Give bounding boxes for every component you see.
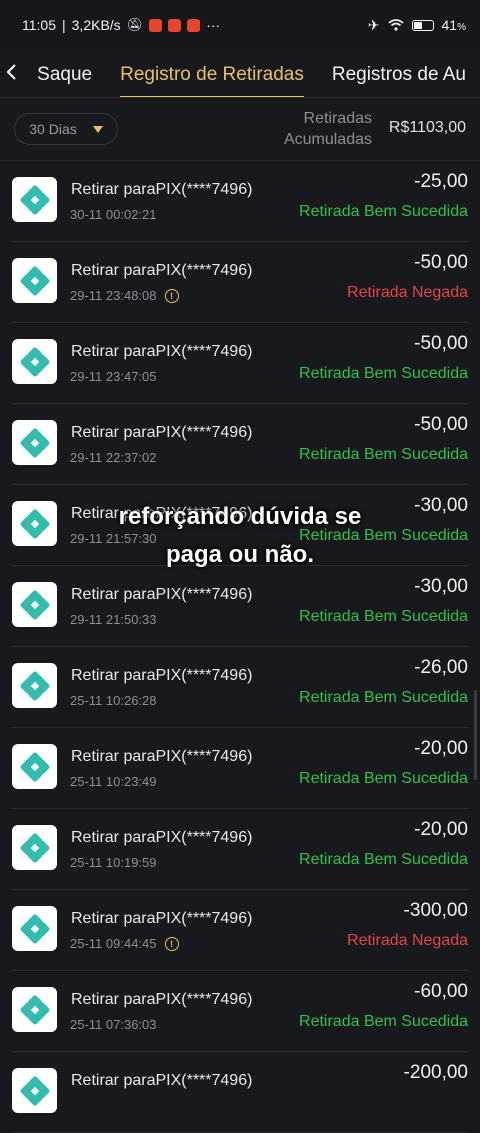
pix-logo-icon xyxy=(12,987,57,1032)
withdrawal-amount: -60,00 xyxy=(414,981,468,1002)
withdrawal-amount: -26,00 xyxy=(414,657,468,678)
list-item[interactable]: Retirar paraPIX(****7496) 30-11 00:02:21 -… xyxy=(12,161,468,242)
bell-off-icon: 🔕︎ xyxy=(126,17,144,32)
withdrawal-title: Retirar paraPIX(****7496) xyxy=(71,667,253,684)
battery-percent: 41% xyxy=(441,17,466,33)
withdrawal-amount: -200,00 xyxy=(403,1062,468,1083)
withdrawal-amount: -30,00 xyxy=(414,576,468,597)
withdrawal-status: Retirada Bem Sucedida xyxy=(299,1013,468,1030)
period-dropdown[interactable]: 30 Dias xyxy=(14,113,118,145)
withdrawal-status: Retirada Negada xyxy=(347,284,468,301)
pix-logo-icon xyxy=(12,1068,57,1113)
airplane-icon: ✈︎ xyxy=(367,16,380,33)
top-navigation: Saque Registro de Retiradas Registros de… xyxy=(0,50,480,98)
pix-logo-icon xyxy=(12,663,57,708)
withdrawal-timestamp: 29-11 22:37:02 xyxy=(70,450,157,465)
withdrawal-amount: -50,00 xyxy=(414,252,468,273)
withdrawal-amount: -50,00 xyxy=(414,414,468,435)
list-item[interactable]: Retirar paraPIX(****7496) 29-11 22:37:02 -… xyxy=(12,404,468,485)
withdrawal-status: Retirada Bem Sucedida xyxy=(299,608,468,625)
withdrawal-timestamp: 29-11 21:50:33 xyxy=(70,612,157,627)
pix-logo-icon xyxy=(12,906,57,951)
period-label: 30 Dias xyxy=(29,121,77,137)
withdrawal-amount: -20,00 xyxy=(414,819,468,840)
withdrawal-status: Retirada Negada xyxy=(347,932,468,949)
withdrawal-timestamp: 25-11 10:26:28 xyxy=(70,693,157,708)
withdrawal-title: Retirar paraPIX(****7496) xyxy=(71,829,253,846)
network-speed: 3,2KB/s xyxy=(71,17,121,33)
withdrawal-status: Retirada Bem Sucedida xyxy=(299,689,468,706)
caret-down-icon xyxy=(92,125,103,133)
withdrawal-amount: -300,00 xyxy=(403,900,468,921)
withdrawal-title: Retirar paraPIX(****7496) xyxy=(71,748,253,765)
status-bar: 11:05 | 3,2KB/s 🔕︎ ··· ✈︎ 41% xyxy=(0,0,480,50)
withdrawal-timestamp: 30-11 00:02:21 xyxy=(70,207,157,222)
withdrawal-status: Retirada Bem Sucedida xyxy=(299,446,468,463)
pix-logo-icon xyxy=(12,339,57,384)
list-item[interactable]: Retirar paraPIX(****7496) 25-11 10:19:59 -… xyxy=(12,809,468,890)
withdrawal-timestamp: 25-11 09:44:45! xyxy=(70,936,179,951)
withdrawal-title: Retirar paraPIX(****7496) xyxy=(71,910,253,927)
withdrawal-title: Retirar paraPIX(****7496) xyxy=(71,343,253,360)
wifi-icon xyxy=(387,19,404,31)
list-item[interactable]: Retirar paraPIX(****7496) 25-11 07:36:03 -… xyxy=(12,971,468,1052)
withdrawal-title: Retirar paraPIX(****7496) xyxy=(71,991,253,1008)
accumulated-value: R$1103,00 xyxy=(388,119,466,136)
app-notification-icon xyxy=(187,18,201,32)
withdrawal-status: Retirada Bem Sucedida xyxy=(299,770,468,787)
withdrawal-amount: -20,00 xyxy=(414,738,468,759)
withdrawal-status: Retirada Bem Sucedida xyxy=(299,365,468,382)
pix-logo-icon xyxy=(12,744,57,789)
withdrawal-title: Retirar paraPIX(****7496) xyxy=(71,586,253,603)
pix-logo-icon xyxy=(12,582,57,627)
chevron-left-icon[interactable] xyxy=(0,61,23,87)
tab-registros-de-apostas[interactable]: Registros de Au xyxy=(318,50,480,97)
info-icon[interactable]: ! xyxy=(164,288,179,303)
pix-logo-icon xyxy=(12,825,57,870)
info-icon[interactable]: ! xyxy=(164,936,179,951)
list-item[interactable]: Retirar paraPIX(****7496) 29-11 23:47:05 -… xyxy=(12,323,468,404)
battery-icon xyxy=(411,19,434,31)
list-item[interactable]: Retirar paraPIX(****7496) 25-11 10:26:28 -… xyxy=(12,647,468,728)
scrollbar[interactable] xyxy=(474,690,477,780)
pix-logo-icon xyxy=(12,177,57,222)
list-item[interactable]: Retirar paraPIX(****7496) -200,00 xyxy=(12,1052,468,1133)
withdrawal-timestamp: 25-11 10:19:59 xyxy=(70,855,157,870)
withdrawal-amount: -50,00 xyxy=(414,333,468,354)
withdrawal-title: Retirar paraPIX(****7496) xyxy=(71,181,253,198)
list-item[interactable]: Retirar paraPIX(****7496) 25-11 10:23:49 -… xyxy=(12,728,468,809)
tab-saque[interactable]: Saque xyxy=(23,50,106,97)
list-item[interactable]: Retirar paraPIX(****7496) 29-11 23:48:08!… xyxy=(12,242,468,323)
withdrawal-list: Retirar paraPIX(****7496) 30-11 00:02:21 -… xyxy=(0,161,480,1133)
clock: 11:05 xyxy=(22,17,56,33)
withdrawal-timestamp: 25-11 07:36:03 xyxy=(70,1017,157,1032)
tab-registro-de-retiradas[interactable]: Registro de Retiradas xyxy=(106,50,318,97)
withdrawal-title: Retirar paraPIX(****7496) xyxy=(71,262,253,279)
withdrawal-timestamp: 25-11 10:23:49 xyxy=(70,774,157,789)
accumulated-label: Retiradas Acumuladas xyxy=(283,110,372,148)
caption-overlay: reforçando dúvida se paga ou não. xyxy=(118,503,362,568)
withdrawal-timestamp: 29-11 23:48:08! xyxy=(70,288,179,303)
withdrawal-title: Retirar paraPIX(****7496) xyxy=(71,1072,253,1089)
list-item[interactable]: Retirar paraPIX(****7496) 25-11 09:44:45!… xyxy=(12,890,468,971)
app-notification-icon xyxy=(149,18,163,32)
pix-logo-icon xyxy=(12,258,57,303)
withdrawal-title: Retirar paraPIX(****7496) xyxy=(71,424,253,441)
withdrawal-amount: -25,00 xyxy=(414,171,468,192)
withdrawal-status: Retirada Bem Sucedida xyxy=(299,851,468,868)
app-notification-icon xyxy=(168,18,182,32)
list-item[interactable]: Retirar paraPIX(****7496) 29-11 21:50:33 -… xyxy=(12,566,468,647)
pix-logo-icon xyxy=(12,420,57,465)
withdrawal-status: Retirada Bem Sucedida xyxy=(299,203,468,220)
more-icon: ··· xyxy=(206,17,221,33)
withdrawal-timestamp: 29-11 23:47:05 xyxy=(70,369,157,384)
filter-bar: 30 Dias Retiradas Acumuladas R$1103,00 xyxy=(0,99,480,161)
